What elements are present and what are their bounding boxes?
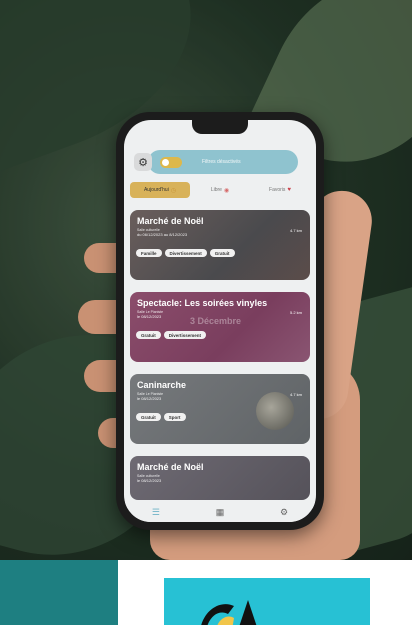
teal-panel [0,560,118,625]
event-card[interactable]: Marché de Noël Salle culturelle du 06/12… [130,210,310,280]
event-title: Caninarche [137,380,187,390]
event-date: le 08/12/2023 [137,396,162,401]
tag-list: Gratuit Divertissement [136,331,207,339]
event-title: Marché de Noël [137,216,204,226]
tag[interactable]: Gratuit [136,331,161,339]
tab-label: Aujourd'hui [143,187,169,193]
tag-list: Famille Divertissement Gratuit [136,249,235,257]
event-card[interactable]: 3 Décembre Spectacle: Les soirées vinyle… [130,292,310,362]
phone-notch [192,120,248,134]
tab-label: Favoris [269,187,286,193]
event-date: du 06/12/2023 au 8/12/2023 [137,232,188,237]
event-distance: 5.2 km [289,310,302,315]
phone-screen: ⚙ Filtres désactivés Aujourd'hui ◷ Libre… [124,120,316,522]
tag[interactable]: Famille [136,249,162,257]
gear-icon[interactable]: ⚙ [134,153,152,171]
circle-icon: ◉ [223,187,230,194]
tab-label: Libre [210,187,222,193]
tag[interactable]: Gratuit [136,413,161,421]
event-distance: 4.7 km [289,228,302,233]
heart-icon: ♥ [287,187,291,193]
event-title: Marché de Noël [137,462,204,472]
clock-icon: ◷ [170,187,177,194]
tab-bar: Aujourd'hui ◷ Libre ◉ Favoris ♥ [130,182,310,198]
bottom-nav: ☰ ▦ ⚙ [124,502,316,522]
phone-mockup: ⚙ Filtres désactivés Aujourd'hui ◷ Libre… [116,112,324,530]
event-date: le 08/12/2023 [137,314,162,319]
filter-toggle[interactable] [160,156,182,168]
tag[interactable]: Gratuit [209,249,235,257]
event-date: le 08/12/2023 [137,478,162,483]
filter-label: Filtres désactivés [202,159,241,165]
event-card[interactable]: Marché de Noël Salle culturelle le 08/12… [130,456,310,500]
cyan-panel [164,578,370,625]
tag[interactable]: Divertissement [164,249,207,257]
home-icon[interactable]: ☰ [152,507,160,518]
tab-favorites[interactable]: Favoris ♥ [250,182,310,198]
map-icon[interactable]: ▦ [216,507,225,518]
tab-today[interactable]: Aujourd'hui ◷ [130,182,190,198]
tag[interactable]: Divertissement [163,331,207,339]
tab-free[interactable]: Libre ◉ [190,182,250,198]
event-image [256,392,294,430]
tag-list: Gratuit Sport [136,413,186,421]
settings-icon[interactable]: ⚙ [280,507,288,518]
poster-text: 3 Décembre [190,316,242,326]
tag[interactable]: Sport [163,413,186,421]
background-photo: ⚙ Filtres désactivés Aujourd'hui ◷ Libre… [0,0,412,560]
event-title: Spectacle: Les soirées vinyles [137,298,268,308]
logo-icon [201,600,257,625]
event-card[interactable]: Caninarche Salle Le Pianiste le 08/12/20… [130,374,310,444]
event-distance: 4.7 km [289,392,302,397]
filter-bar[interactable]: ⚙ Filtres désactivés [134,150,298,174]
